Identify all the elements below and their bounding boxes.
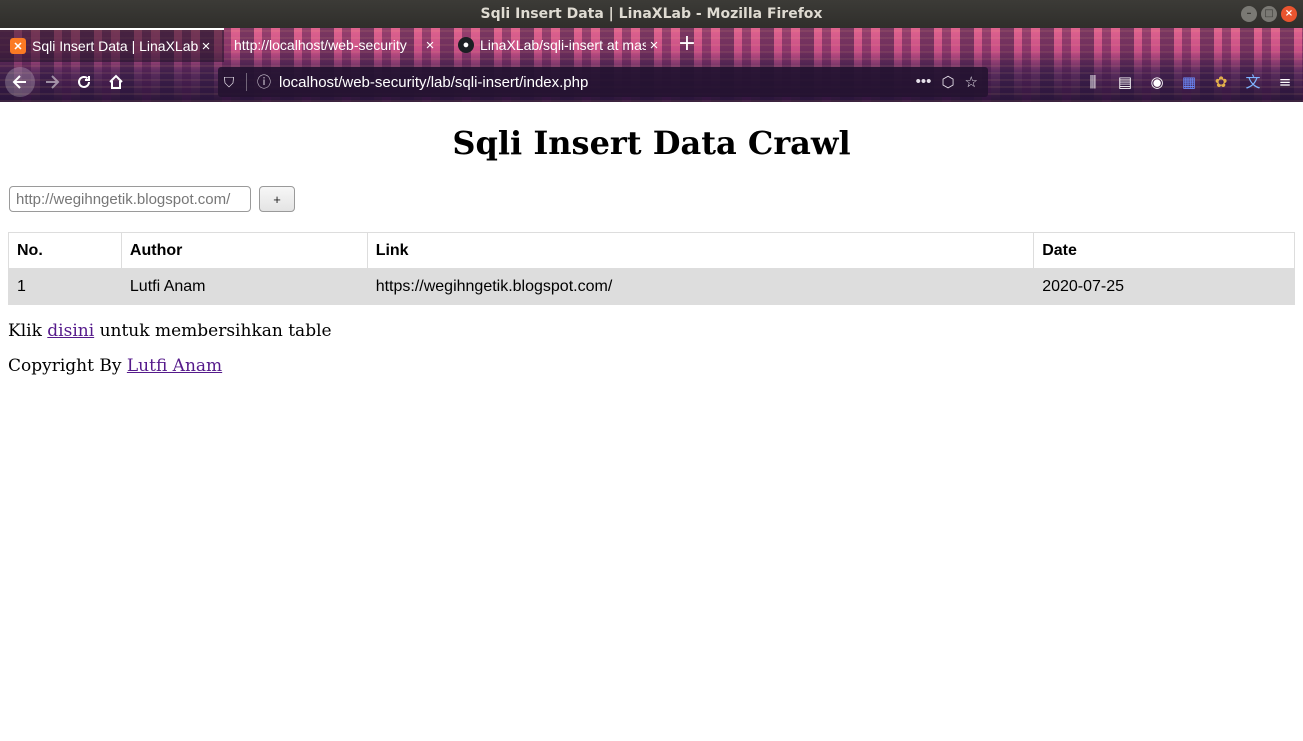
- tab-label: Sqli Insert Data | LinaXLab: [32, 38, 198, 54]
- tab-sqli-insert-data[interactable]: ✕ Sqli Insert Data | LinaXLab ×: [0, 28, 224, 62]
- cell-link: https://wegihngetik.blogspot.com/: [366, 268, 1035, 305]
- toolbar-icons: ⫼ ▤ ◉ ▦ ✿ 文 ≡: [1083, 67, 1295, 97]
- author-link[interactable]: Lutfi Anam: [127, 356, 222, 376]
- info-icon[interactable]: ⓘ: [253, 72, 275, 92]
- page-content: Sqli Insert Data Crawl + No. Author Link…: [0, 102, 1303, 741]
- close-tab-icon[interactable]: ×: [198, 38, 214, 55]
- home-icon[interactable]: [101, 67, 131, 97]
- tab-localhost[interactable]: http://localhost/web-security ×: [224, 28, 448, 62]
- menu-icon[interactable]: ≡: [1275, 72, 1295, 92]
- back-icon[interactable]: [5, 67, 35, 97]
- table-row: 1 Lutfi Anam https://wegihngetik.blogspo…: [8, 268, 1295, 305]
- new-tab-button[interactable]: +: [672, 28, 702, 62]
- close-tab-icon[interactable]: ×: [646, 37, 662, 54]
- clear-table-text: Klik disini untuk membersihkan table: [8, 321, 332, 341]
- cell-no: 1: [8, 268, 122, 305]
- copyright-prefix: Copyright By: [8, 356, 122, 376]
- account-icon[interactable]: ◉: [1147, 72, 1167, 92]
- navigation-bar: ⛉ ⓘ localhost/web-security/lab/sqli-inse…: [0, 64, 1303, 100]
- tab-github-sqli-insert[interactable]: ● LinaXLab/sqli-insert at master ×: [448, 28, 672, 62]
- page-actions-icon[interactable]: •••: [916, 73, 932, 91]
- cell-date: 2020-07-25: [1033, 268, 1295, 305]
- maximize-icon[interactable]: □: [1261, 6, 1277, 22]
- add-button[interactable]: +: [259, 186, 295, 212]
- bookmark-star-icon[interactable]: ☆: [965, 73, 978, 91]
- minimize-icon[interactable]: –: [1241, 6, 1257, 22]
- address-bar[interactable]: ⛉ ⓘ localhost/web-security/lab/sqli-inse…: [218, 67, 988, 97]
- column-header-no: No.: [8, 232, 122, 269]
- cell-author: Lutfi Anam: [120, 268, 368, 305]
- data-table: No. Author Link Date 1 Lutfi Anam https:…: [8, 232, 1295, 305]
- url-separator: [246, 73, 247, 91]
- extension-icon[interactable]: ▦: [1179, 72, 1199, 92]
- url-text[interactable]: localhost/web-security/lab/sqli-insert/i…: [275, 74, 916, 91]
- close-tab-icon[interactable]: ×: [422, 37, 438, 54]
- library-icon[interactable]: ⫼: [1083, 72, 1103, 92]
- clear-table-link[interactable]: disini: [47, 321, 94, 341]
- column-header-link: Link: [366, 232, 1035, 269]
- column-header-date: Date: [1033, 232, 1295, 269]
- sidebar-icon[interactable]: ▤: [1115, 72, 1135, 92]
- page-actions: ••• ⬡ ☆: [916, 73, 988, 91]
- crawl-form: +: [9, 186, 295, 212]
- page-title: Sqli Insert Data Crawl: [452, 124, 851, 162]
- tab-strip: ✕ Sqli Insert Data | LinaXLab × http://l…: [0, 28, 1303, 62]
- shield-icon[interactable]: ⛉: [218, 74, 240, 91]
- reload-icon[interactable]: [69, 67, 99, 97]
- window-titlebar: Sqli Insert Data | LinaXLab - Mozilla Fi…: [0, 0, 1303, 28]
- clear-suffix: untuk membersihkan table: [99, 321, 332, 341]
- browser-toolbar: ✕ Sqli Insert Data | LinaXLab × http://l…: [0, 28, 1303, 102]
- column-header-author: Author: [120, 232, 368, 269]
- url-input[interactable]: [9, 186, 251, 212]
- tab-label: LinaXLab/sqli-insert at master: [480, 37, 646, 53]
- table-header-row: No. Author Link Date: [8, 232, 1295, 269]
- github-icon: ●: [458, 37, 474, 53]
- window-title: Sqli Insert Data | LinaXLab - Mozilla Fi…: [480, 6, 823, 22]
- forward-icon[interactable]: [37, 67, 67, 97]
- window-controls: – □ ×: [1241, 6, 1297, 22]
- cookie-icon[interactable]: ✿: [1211, 72, 1231, 92]
- translate-icon[interactable]: 文: [1243, 72, 1263, 92]
- tab-label: http://localhost/web-security: [234, 37, 407, 53]
- xampp-icon: ✕: [10, 38, 26, 54]
- clear-prefix: Klik: [8, 321, 42, 341]
- copyright-text: Copyright By Lutfi Anam: [8, 356, 222, 376]
- pocket-icon[interactable]: ⬡: [941, 73, 954, 91]
- close-window-icon[interactable]: ×: [1281, 6, 1297, 22]
